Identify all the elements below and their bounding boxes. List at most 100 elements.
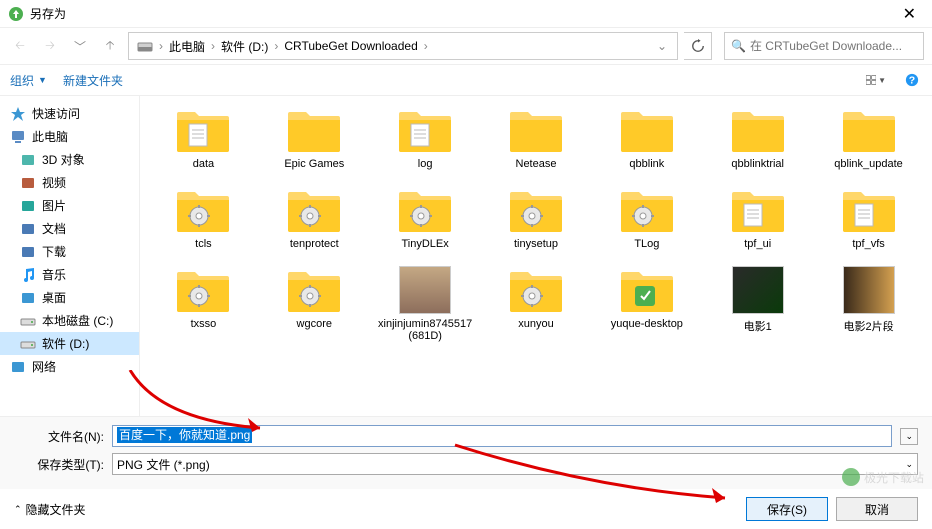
- folder-icon: [837, 104, 901, 156]
- sidebar-item-label: 3D 对象: [42, 151, 85, 168]
- folder-icon: [282, 184, 346, 236]
- sidebar-item-pc[interactable]: 此电脑: [0, 125, 139, 148]
- sidebar-item-label: 音乐: [42, 266, 66, 283]
- filetype-select[interactable]: PNG 文件 (*.png) ⌄: [112, 453, 918, 475]
- item-label: qblink_update: [834, 158, 903, 170]
- breadcrumb-dropdown-icon[interactable]: ⌄: [651, 39, 673, 53]
- image-thumbnail: [843, 266, 895, 314]
- sidebar-item-quick[interactable]: 快速访问: [0, 102, 139, 125]
- new-folder-button[interactable]: 新建文件夹: [63, 72, 123, 89]
- sidebar: 快速访问此电脑 3D 对象视频图片文档下载音乐桌面本地磁盘 (C:) 软件 (D:)…: [0, 96, 140, 416]
- file-item[interactable]: qbblink: [593, 100, 700, 174]
- folder-icon: [615, 104, 679, 156]
- file-item[interactable]: qbblinktrial: [704, 100, 811, 174]
- item-label: yuque-desktop: [611, 318, 683, 330]
- filename-input[interactable]: 百度一下，你就知道.png: [112, 425, 892, 447]
- pc-icon: [10, 129, 26, 145]
- file-item[interactable]: tcls: [150, 180, 257, 254]
- save-button[interactable]: 保存(S): [746, 497, 828, 521]
- file-item[interactable]: tenprotect: [261, 180, 368, 254]
- file-item[interactable]: 电影2片段: [815, 260, 922, 346]
- hide-folders-button[interactable]: ⌃ 隐藏文件夹: [14, 501, 86, 518]
- file-item[interactable]: 电影1: [704, 260, 811, 346]
- file-item[interactable]: xinjinjumin8745517(681D): [372, 260, 479, 346]
- folder-icon: [504, 184, 568, 236]
- sidebar-item-music[interactable]: 音乐: [0, 263, 139, 286]
- main-area: 快速访问此电脑 3D 对象视频图片文档下载音乐桌面本地磁盘 (C:) 软件 (D:)…: [0, 96, 932, 416]
- file-list[interactable]: data Epic Games log Netease qbblink qbblinktr…: [140, 96, 932, 416]
- file-item[interactable]: tinysetup: [483, 180, 590, 254]
- view-button[interactable]: ▼: [866, 70, 886, 90]
- item-label: Epic Games: [284, 158, 344, 170]
- file-item[interactable]: TLog: [593, 180, 700, 254]
- item-label: tenprotect: [290, 238, 339, 250]
- sidebar-item-pic[interactable]: 图片: [0, 194, 139, 217]
- chevron-right-icon: ›: [422, 39, 430, 53]
- chevron-right-icon: ›: [272, 39, 280, 53]
- folder-icon: [615, 264, 679, 316]
- sidebar-item-label: 软件 (D:): [42, 335, 89, 352]
- sidebar-item-drive[interactable]: 本地磁盘 (C:): [0, 309, 139, 332]
- breadcrumb[interactable]: › 此电脑 › 软件 (D:) › CRTubeGet Downloaded ›…: [128, 32, 678, 60]
- file-item[interactable]: tpf_vfs: [815, 180, 922, 254]
- file-item[interactable]: txsso: [150, 260, 257, 346]
- desk-icon: [20, 290, 36, 306]
- window-title: 另存为: [30, 5, 895, 22]
- close-button[interactable]: ✕: [895, 4, 924, 24]
- folder-icon: [504, 264, 568, 316]
- back-button[interactable]: 🡠: [8, 34, 32, 58]
- filetype-label: 保存类型(T):: [14, 456, 104, 473]
- file-item[interactable]: TinyDLEx: [372, 180, 479, 254]
- sidebar-item-drive[interactable]: 软件 (D:): [0, 332, 139, 355]
- item-label: log: [418, 158, 433, 170]
- sidebar-item-net[interactable]: 网络: [0, 355, 139, 378]
- item-label: qbblink: [629, 158, 664, 170]
- forward-button[interactable]: 🡢: [38, 34, 62, 58]
- file-item[interactable]: xunyou: [483, 260, 590, 346]
- crumb-1[interactable]: 软件 (D:): [217, 38, 272, 55]
- filename-dropdown-icon[interactable]: ⌄: [900, 428, 918, 445]
- item-label: xunyou: [518, 318, 553, 330]
- sidebar-item-label: 桌面: [42, 289, 66, 306]
- sidebar-item-dl[interactable]: 下载: [0, 240, 139, 263]
- file-item[interactable]: qblink_update: [815, 100, 922, 174]
- search-box[interactable]: 🔍: [724, 32, 924, 60]
- file-item[interactable]: log: [372, 100, 479, 174]
- file-item[interactable]: yuque-desktop: [593, 260, 700, 346]
- item-label: TinyDLEx: [401, 238, 448, 250]
- folder-icon: [171, 184, 235, 236]
- item-label: 电影1: [744, 318, 772, 334]
- sidebar-item-label: 下载: [42, 243, 66, 260]
- save-fields: 文件名(N): 百度一下，你就知道.png ⌄ 保存类型(T): PNG 文件 …: [0, 416, 932, 489]
- item-label: tpf_ui: [744, 238, 771, 250]
- item-label: 电影2片段: [844, 318, 894, 334]
- app-icon: [8, 6, 24, 22]
- folder-icon: [282, 104, 346, 156]
- up-button[interactable]: 🡡: [98, 34, 122, 58]
- file-item[interactable]: wgcore: [261, 260, 368, 346]
- help-button[interactable]: ?: [902, 70, 922, 90]
- crumb-0[interactable]: 此电脑: [165, 38, 209, 55]
- search-icon: 🔍: [731, 39, 746, 53]
- crumb-2[interactable]: CRTubeGet Downloaded: [280, 39, 421, 53]
- organize-menu[interactable]: 组织▼: [10, 72, 47, 89]
- file-item[interactable]: Netease: [483, 100, 590, 174]
- toolbar: 组织▼ 新建文件夹 ▼ ?: [0, 64, 932, 96]
- item-label: tinysetup: [514, 238, 558, 250]
- recent-dropdown[interactable]: ﹀: [68, 34, 92, 58]
- refresh-button[interactable]: [684, 32, 712, 60]
- file-item[interactable]: Epic Games: [261, 100, 368, 174]
- sidebar-item-desk[interactable]: 桌面: [0, 286, 139, 309]
- sidebar-item-3d[interactable]: 3D 对象: [0, 148, 139, 171]
- sidebar-item-video[interactable]: 视频: [0, 171, 139, 194]
- folder-icon: [171, 264, 235, 316]
- 3d-icon: [20, 152, 36, 168]
- file-item[interactable]: tpf_ui: [704, 180, 811, 254]
- sidebar-item-label: 视频: [42, 174, 66, 191]
- file-item[interactable]: data: [150, 100, 257, 174]
- sidebar-item-doc[interactable]: 文档: [0, 217, 139, 240]
- cancel-button[interactable]: 取消: [836, 497, 918, 521]
- watermark: 极光下载站: [842, 468, 924, 486]
- search-input[interactable]: [750, 39, 917, 53]
- item-label: xinjinjumin8745517(681D): [376, 318, 475, 342]
